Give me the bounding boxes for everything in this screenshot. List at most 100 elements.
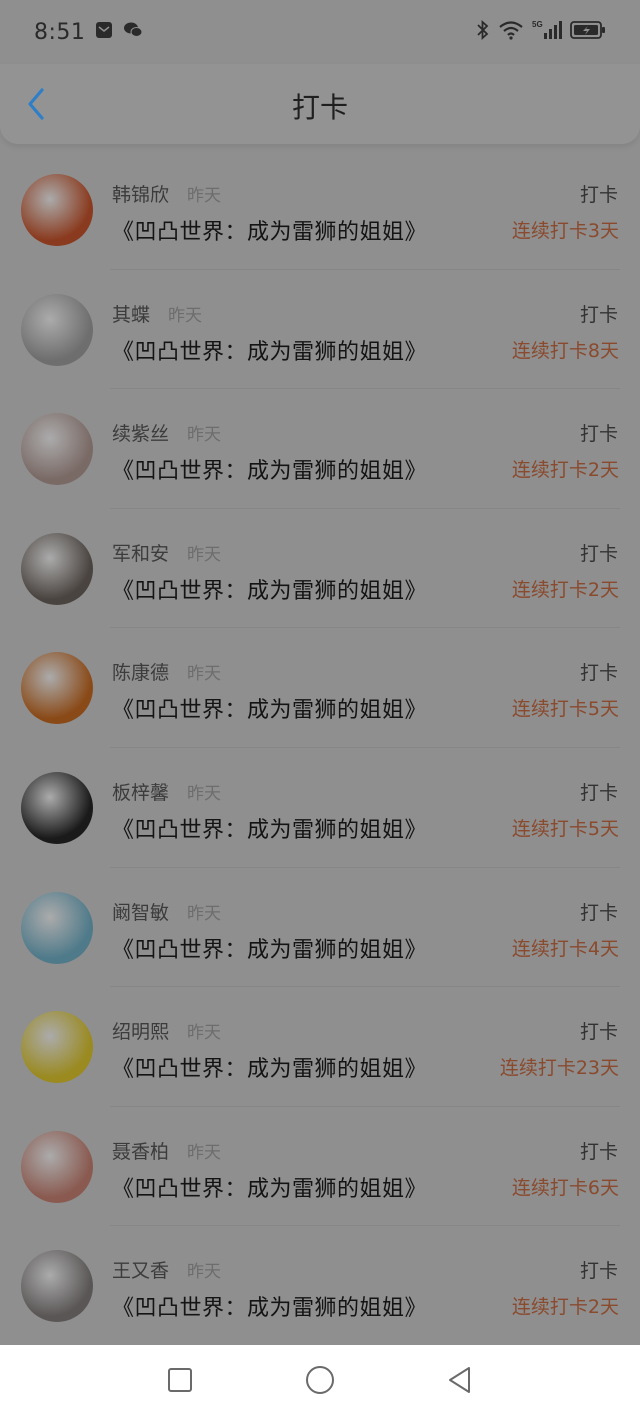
time-label: 昨天 [187,1142,222,1163]
checkin-row[interactable]: 韩锦欣 昨天《凹凸世界：成为雷狮的姐姐》 打卡连续打卡3天 [0,150,640,270]
checkin-list[interactable]: 韩锦欣 昨天 《凹凸世界：成为雷狮的姐姐》 打卡 连续打卡3天 其蝶 昨天 《凹凸世界：成为雷… [0,150,640,1346]
name-line: 军和安 昨天 [112,539,221,566]
name-line: 续紫丝 昨天 [112,419,221,446]
home-button[interactable] [300,1360,340,1400]
checkin-row[interactable]: 陈康德 昨天《凹凸世界：成为雷狮的姐姐》 打卡连续打卡5天 [0,628,640,748]
home-icon [306,1366,334,1394]
system-back-button[interactable] [440,1360,480,1400]
user-name[interactable]: 绍明熙 [112,1017,169,1044]
user-name[interactable]: 续紫丝 [112,419,169,446]
time-label: 昨天 [187,783,222,804]
avatar[interactable] [21,174,93,246]
time-label: 昨天 [187,186,222,206]
streak-label: 连续打卡4天 [511,937,619,960]
checkin-label: 打卡 [579,303,618,326]
streak-label: 连续打卡2天 [511,578,619,601]
checkin-label: 打卡 [579,662,618,685]
status-left: 8:51 [34,20,143,45]
streak-label: 连续打卡2天 [511,459,619,482]
checkin-label: 打卡 [579,423,618,446]
book-title[interactable]: 《凹凸世界：成为雷狮的姐姐》 [112,932,427,964]
book-title[interactable]: 《凹凸世界：成为雷狮的姐姐》 [112,1290,427,1322]
book-title[interactable]: 《凹凸世界：成为雷狮的姐姐》 [112,692,427,724]
streak-label: 连续打卡5天 [511,817,619,840]
checkin-label: 打卡 [579,542,618,565]
wechat-icon [123,21,143,43]
checkin-label: 打卡 [579,901,618,924]
status-bar: 8:51 5G [0,0,640,64]
user-name[interactable]: 板梓馨 [112,778,169,805]
nav-bar: 打卡 [0,64,640,144]
avatar[interactable] [21,891,93,964]
wifi-icon [498,20,524,44]
name-line: 其蝶 昨天 [112,300,202,327]
avatar[interactable] [21,413,93,486]
user-name[interactable]: 其蝶 [112,300,150,327]
time-label: 昨天 [168,305,203,326]
avatar[interactable] [21,532,93,605]
time-label: 昨天 [187,1262,222,1283]
user-name[interactable]: 阚智敏 [112,898,169,925]
message-icon [95,21,113,43]
checkin-row[interactable]: 绍明熙 昨天《凹凸世界：成为雷狮的姐姐》 打卡连续打卡23天 [0,987,640,1107]
time-label: 昨天 [187,903,222,924]
book-title[interactable]: 《凹凸世界：成为雷狮的姐姐》 [112,1171,427,1203]
streak-label: 连续打卡3天 [511,220,619,242]
name-line: 绍明熙 昨天 [112,1017,221,1044]
book-title[interactable]: 《凹凸世界：成为雷狮的姐姐》 [112,573,427,605]
checkin-row[interactable]: 军和安 昨天《凹凸世界：成为雷狮的姐姐》 打卡连续打卡2天 [0,509,640,629]
streak-label: 连续打卡23天 [499,1057,619,1080]
status-time: 8:51 [34,19,86,45]
name-line: 陈康德 昨天 [112,658,221,685]
signal-5g-icon: 5G [532,19,562,45]
checkin-label: 打卡 [579,1021,618,1044]
avatar[interactable] [21,771,93,844]
book-title[interactable]: 《凹凸世界：成为雷狮的姐姐》 [112,453,427,485]
book-title[interactable]: 《凹凸世界：成为雷狮的姐姐》 [112,812,427,844]
system-nav-bar [0,1345,640,1415]
streak-label: 连续打卡5天 [511,698,619,721]
avatar[interactable] [21,1250,93,1323]
streak-label: 连续打卡8天 [511,339,619,362]
name-line: 聂香柏 昨天 [112,1137,221,1164]
checkin-row[interactable]: 板梓馨 昨天《凹凸世界：成为雷狮的姐姐》 打卡连续打卡5天 [0,748,640,868]
avatar[interactable] [21,1011,93,1084]
user-name[interactable]: 王又香 [112,1256,169,1283]
avatar[interactable] [21,1130,93,1203]
time-label: 昨天 [187,425,222,446]
page-title: 打卡 [291,91,348,124]
recent-apps-icon [168,1368,192,1392]
book-title[interactable]: 《凹凸世界：成为雷狮的姐姐》 [112,214,427,246]
name-line: 韩锦欣 昨天 [112,180,221,207]
back-icon [449,1367,470,1393]
checkin-label: 打卡 [579,184,618,206]
checkin-row[interactable]: 聂香柏 昨天《凹凸世界：成为雷狮的姐姐》 打卡连续打卡6天 [0,1107,640,1227]
avatar[interactable] [21,652,93,725]
checkin-row[interactable]: 阚智敏 昨天《凹凸世界：成为雷狮的姐姐》 打卡连续打卡4天 [0,868,640,988]
battery-charging-icon [570,20,606,44]
name-line: 阚智敏 昨天 [112,898,221,925]
streak-label: 连续打卡6天 [511,1176,619,1199]
status-right: 5G [476,19,606,45]
checkin-label: 打卡 [579,1260,618,1283]
book-title[interactable]: 《凹凸世界：成为雷狮的姐姐》 [112,1051,427,1083]
checkin-row[interactable]: 其蝶 昨天《凹凸世界：成为雷狮的姐姐》 打卡连续打卡8天 [0,270,640,390]
signal-label: 5G [532,20,543,29]
time-label: 昨天 [187,664,222,685]
book-title[interactable]: 《凹凸世界：成为雷狮的姐姐》 [112,334,427,366]
time-label: 昨天 [187,1023,222,1044]
name-line: 板梓馨 昨天 [112,778,221,805]
name-line: 王又香 昨天 [112,1256,221,1283]
checkin-label: 打卡 [579,781,618,804]
checkin-row[interactable]: 王又香 昨天《凹凸世界：成为雷狮的姐姐》 打卡连续打卡2天 [0,1226,640,1346]
user-name[interactable]: 陈康德 [112,658,169,685]
bluetooth-icon [476,19,490,45]
checkin-row[interactable]: 续紫丝 昨天《凹凸世界：成为雷狮的姐姐》 打卡连续打卡2天 [0,389,640,509]
checkin-label: 打卡 [579,1140,618,1163]
recent-apps-button[interactable] [160,1360,200,1400]
avatar[interactable] [21,293,93,366]
user-name[interactable]: 韩锦欣 [112,180,169,207]
user-name[interactable]: 军和安 [112,539,169,566]
streak-label: 连续打卡2天 [511,1296,619,1319]
user-name[interactable]: 聂香柏 [112,1137,169,1164]
